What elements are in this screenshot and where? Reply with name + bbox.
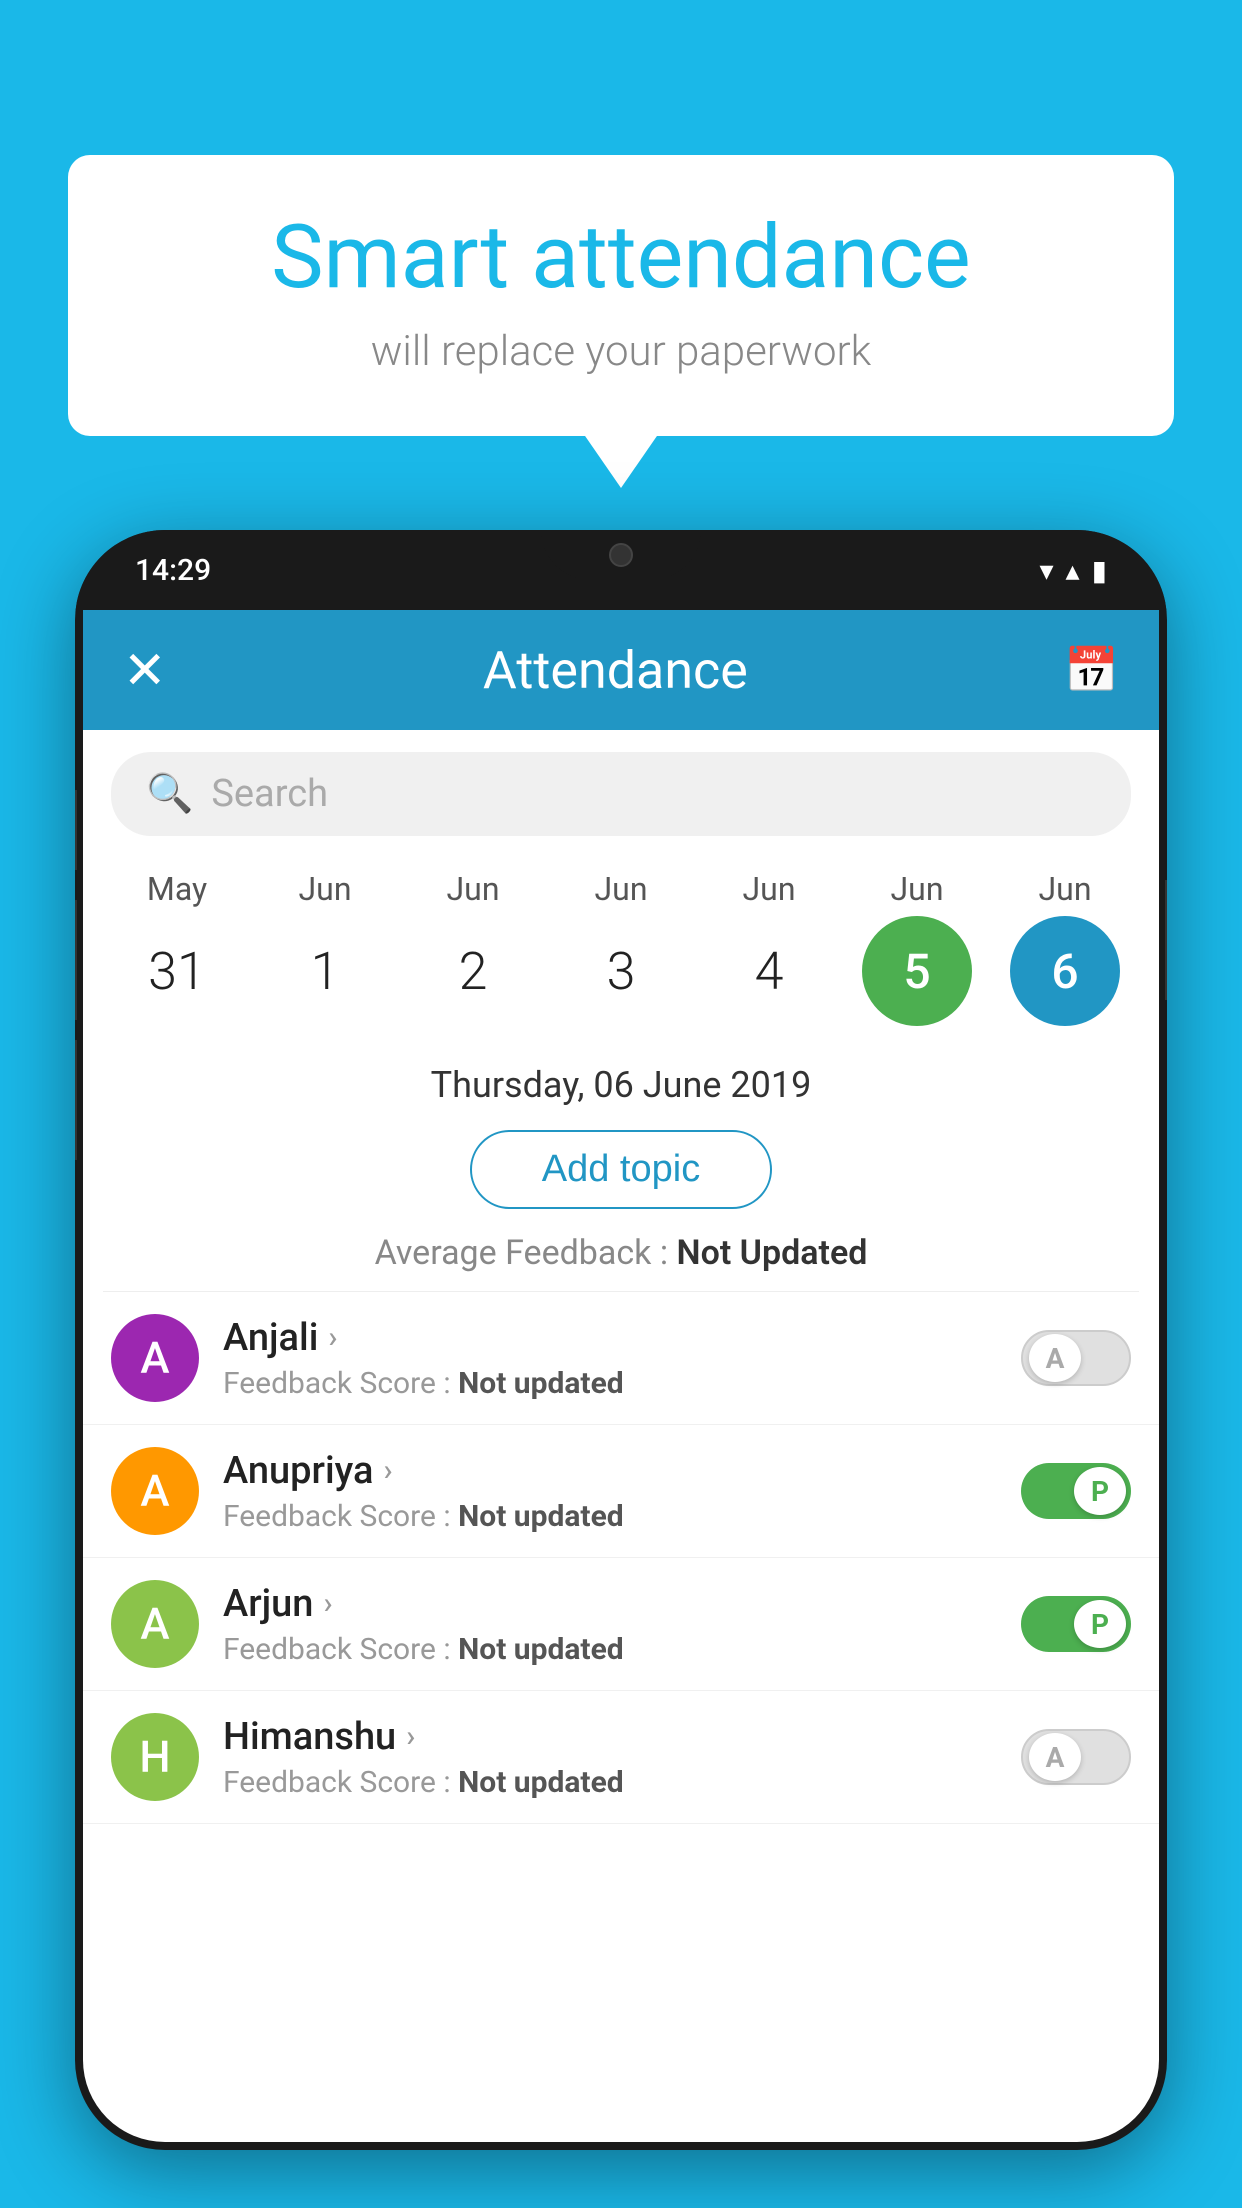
- student-row: H Himanshu › Feedback Score : Not updated A: [83, 1691, 1159, 1824]
- calendar-month: May: [112, 870, 242, 908]
- calendar-strip: May Jun Jun Jun Jun Jun Jun 31 1 2 3 4 56: [83, 858, 1159, 1046]
- date-info: Thursday, 06 June 2019: [83, 1046, 1159, 1116]
- calendar-month: Jun: [704, 870, 834, 908]
- add-topic-button[interactable]: Add topic: [470, 1130, 772, 1209]
- speech-bubble: Smart attendance will replace your paper…: [68, 155, 1174, 436]
- chevron-icon: ›: [383, 1453, 392, 1488]
- calendar-date[interactable]: 3: [556, 941, 686, 1002]
- student-feedback-score: Feedback Score : Not updated: [223, 1765, 997, 1800]
- battery-icon: ▮: [1092, 554, 1107, 587]
- calendar-date[interactable]: 5: [852, 916, 982, 1026]
- signal-icon: ▴: [1066, 554, 1080, 587]
- phone-notch: [541, 530, 701, 580]
- chevron-icon: ›: [328, 1320, 337, 1355]
- student-row: A Anjali › Feedback Score : Not updated A: [83, 1292, 1159, 1425]
- feedback-value: Not Updated: [677, 1233, 868, 1273]
- student-row: A Arjun › Feedback Score : Not updated P: [83, 1558, 1159, 1691]
- calendar-icon[interactable]: 📅: [1064, 644, 1119, 696]
- attendance-toggle[interactable]: P: [1021, 1596, 1131, 1652]
- selected-date-label: Thursday, 06 June 2019: [431, 1064, 812, 1106]
- student-avatar: A: [111, 1314, 199, 1402]
- search-icon: 🔍: [146, 772, 193, 816]
- student-name[interactable]: Anupriya ›: [223, 1449, 997, 1493]
- front-camera: [609, 543, 633, 567]
- app-header: ✕ Attendance 📅: [83, 610, 1159, 730]
- calendar-date-normal[interactable]: 1: [311, 941, 340, 1002]
- calendar-date[interactable]: 4: [704, 941, 834, 1002]
- chevron-icon: ›: [406, 1719, 415, 1754]
- student-info: Himanshu › Feedback Score : Not updated: [223, 1715, 997, 1800]
- attendance-toggle[interactable]: P: [1021, 1463, 1131, 1519]
- calendar-date[interactable]: 1: [260, 941, 390, 1002]
- status-time: 14:29: [135, 553, 211, 588]
- calendar-date-normal[interactable]: 31: [148, 941, 206, 1002]
- search-input[interactable]: Search: [211, 772, 328, 816]
- student-info: Anupriya › Feedback Score : Not updated: [223, 1449, 997, 1534]
- student-avatar: A: [111, 1580, 199, 1668]
- volume-down-button: [75, 1040, 77, 1160]
- calendar-month: Jun: [852, 870, 982, 908]
- calendar-dates: 31 1 2 3 4 56: [103, 916, 1139, 1026]
- feedback-label: Average Feedback :: [375, 1233, 669, 1273]
- student-info: Arjun › Feedback Score : Not updated: [223, 1582, 997, 1667]
- header-title: Attendance: [483, 640, 748, 701]
- volume-up-button: [75, 900, 77, 1020]
- student-name[interactable]: Arjun ›: [223, 1582, 997, 1626]
- toggle-knob: P: [1074, 1467, 1126, 1515]
- attendance-toggle[interactable]: A: [1021, 1729, 1131, 1785]
- wifi-icon: ▾: [1039, 554, 1053, 587]
- student-feedback-score: Feedback Score : Not updated: [223, 1499, 997, 1534]
- close-button[interactable]: ✕: [123, 640, 167, 701]
- student-info: Anjali › Feedback Score : Not updated: [223, 1316, 997, 1401]
- volume-button-right: [1165, 880, 1167, 1000]
- phone-screen: ✕ Attendance 📅 🔍 Search May Jun Jun Jun Jun J…: [83, 610, 1159, 2142]
- status-icons: ▾ ▴ ▮: [1039, 554, 1107, 587]
- student-list: AAnjali ›Feedback Score : Not updatedAAA…: [83, 1292, 1159, 1824]
- bubble-subtitle: will replace your paperwork: [128, 327, 1114, 376]
- calendar-date[interactable]: 31: [112, 941, 242, 1002]
- chevron-icon: ›: [323, 1586, 332, 1621]
- student-avatar: H: [111, 1713, 199, 1801]
- student-row: A Anupriya › Feedback Score : Not updated P: [83, 1425, 1159, 1558]
- speech-bubble-container: Smart attendance will replace your paper…: [68, 155, 1174, 436]
- calendar-month: Jun: [408, 870, 538, 908]
- student-name[interactable]: Himanshu ›: [223, 1715, 997, 1759]
- feedback-summary: Average Feedback : Not Updated: [83, 1223, 1159, 1291]
- calendar-date-normal[interactable]: 2: [459, 941, 488, 1002]
- power-button: [75, 790, 77, 870]
- student-feedback-score: Feedback Score : Not updated: [223, 1366, 997, 1401]
- calendar-date-normal[interactable]: 4: [755, 941, 784, 1002]
- bubble-title: Smart attendance: [128, 210, 1114, 307]
- toggle-knob: P: [1074, 1600, 1126, 1648]
- calendar-date-selected[interactable]: 6: [1010, 916, 1120, 1026]
- calendar-month: Jun: [260, 870, 390, 908]
- calendar-date-today-green[interactable]: 5: [862, 916, 972, 1026]
- student-name[interactable]: Anjali ›: [223, 1316, 997, 1360]
- calendar-date-normal[interactable]: 3: [607, 941, 636, 1002]
- calendar-date[interactable]: 2: [408, 941, 538, 1002]
- calendar-month: Jun: [556, 870, 686, 908]
- attendance-toggle[interactable]: A: [1021, 1330, 1131, 1386]
- phone-container: 14:29 ▾ ▴ ▮ ✕ Attendance 📅 🔍 Search: [75, 530, 1167, 2150]
- calendar-month: Jun: [1000, 870, 1130, 908]
- student-feedback-score: Feedback Score : Not updated: [223, 1632, 997, 1667]
- toggle-knob: A: [1029, 1334, 1081, 1382]
- phone-frame: 14:29 ▾ ▴ ▮ ✕ Attendance 📅 🔍 Search: [75, 530, 1167, 2150]
- search-bar[interactable]: 🔍 Search: [111, 752, 1131, 836]
- calendar-date[interactable]: 6: [1000, 916, 1130, 1026]
- calendar-months: May Jun Jun Jun Jun Jun Jun: [103, 870, 1139, 908]
- student-avatar: A: [111, 1447, 199, 1535]
- toggle-knob: A: [1029, 1733, 1081, 1781]
